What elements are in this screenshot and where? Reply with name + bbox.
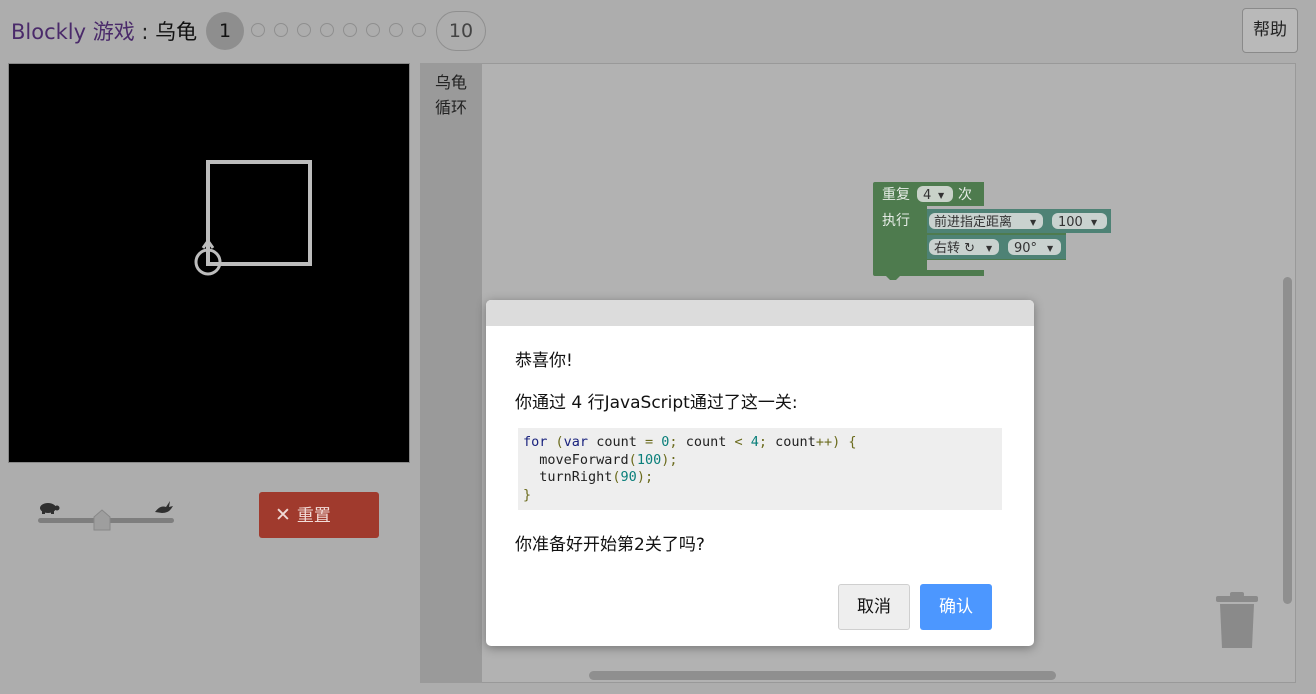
dropdown-arrow-icon: ▼ xyxy=(1030,218,1037,227)
speed-slider[interactable] xyxy=(34,497,179,533)
code-line-3: turnRight(90); xyxy=(523,469,654,485)
dropdown-arrow-icon: ▼ xyxy=(938,191,945,200)
turn-label: 右转 ↻ xyxy=(934,241,975,256)
distance-value: 100 xyxy=(1058,215,1083,230)
page-title: Blockly 游戏 : 乌龟 xyxy=(11,17,197,47)
workspace-vertical-scrollbar[interactable] xyxy=(1283,277,1292,604)
code-line-1: for (var count = 0; count < 4; count++) … xyxy=(523,434,857,450)
turtle-drawing xyxy=(194,160,312,276)
level-5-dot[interactable] xyxy=(320,23,334,37)
turtle-canvas xyxy=(8,63,410,463)
turtle-slow-icon xyxy=(40,503,60,514)
congrats-text: 恭喜你! xyxy=(515,351,573,371)
code-line-2: moveForward(100); xyxy=(523,451,678,468)
move-label: 前进指定距离 xyxy=(934,214,1012,230)
close-icon: ✕ xyxy=(275,504,291,526)
repeat-count-value: 4 xyxy=(923,188,931,203)
level-10-button[interactable]: 10 xyxy=(436,11,486,51)
reset-label: 重置 xyxy=(296,506,331,526)
level-1-button[interactable]: 1 xyxy=(206,12,244,50)
repeat-label: 重复 xyxy=(882,186,910,203)
level-9-dot[interactable] xyxy=(412,23,426,37)
trash-icon[interactable] xyxy=(1214,592,1260,652)
cancel-button[interactable]: 取消 xyxy=(838,584,910,630)
drawn-square xyxy=(206,160,312,266)
level-2-dot[interactable] xyxy=(251,23,265,37)
level-6-dot[interactable] xyxy=(343,23,357,37)
dropdown-arrow-icon: ▼ xyxy=(1047,244,1054,253)
summary-text: 你通过 4 行JavaScript通过了这一关: xyxy=(515,393,798,413)
game-name: 乌龟 xyxy=(155,20,198,44)
help-button[interactable]: 帮助 xyxy=(1242,8,1298,53)
do-label: 执行 xyxy=(882,213,910,229)
toolbox-category-loops[interactable]: 循环 xyxy=(420,94,482,118)
toolbox: 乌龟 循环 xyxy=(420,63,482,683)
title-separator: : xyxy=(134,20,156,44)
slider-thumb[interactable] xyxy=(92,509,112,531)
dropdown-arrow-icon: ▼ xyxy=(986,244,993,253)
level-complete-dialog: 恭喜你! 你通过 4 行JavaScript通过了这一关: for (var c… xyxy=(486,300,1034,646)
confirm-button[interactable]: 确认 xyxy=(920,584,992,630)
brand-link[interactable]: Blockly 游戏 xyxy=(11,20,135,44)
angle-value: 90° xyxy=(1014,241,1037,256)
dialog-title-bar[interactable] xyxy=(486,300,1034,326)
level-4-dot[interactable] xyxy=(297,23,311,37)
toolbox-category-turtle[interactable]: 乌龟 xyxy=(420,69,482,93)
level-7-dot[interactable] xyxy=(366,23,380,37)
dropdown-arrow-icon: ▼ xyxy=(1091,218,1098,227)
next-level-prompt: 你准备好开始第2关了吗? xyxy=(515,535,705,555)
header: Blockly 游戏 : 乌龟 1 10 帮助 xyxy=(0,0,1316,62)
reset-button[interactable]: ✕ 重置 xyxy=(259,492,379,538)
level-3-dot[interactable] xyxy=(274,23,288,37)
program-blocks[interactable]: 重复 4 ▼ 次 执行 前进指定距离 ▼ 100 ▼ 右转 ↻ ▼ 90° ▼ xyxy=(870,180,1120,284)
workspace-horizontal-scrollbar[interactable] xyxy=(589,671,1056,680)
times-label: 次 xyxy=(958,187,972,203)
code-line-4: } xyxy=(523,486,532,503)
level-8-dot[interactable] xyxy=(389,23,403,37)
rabbit-fast-icon xyxy=(155,501,173,513)
generated-code: for (var count = 0; count < 4; count++) … xyxy=(518,428,1002,510)
